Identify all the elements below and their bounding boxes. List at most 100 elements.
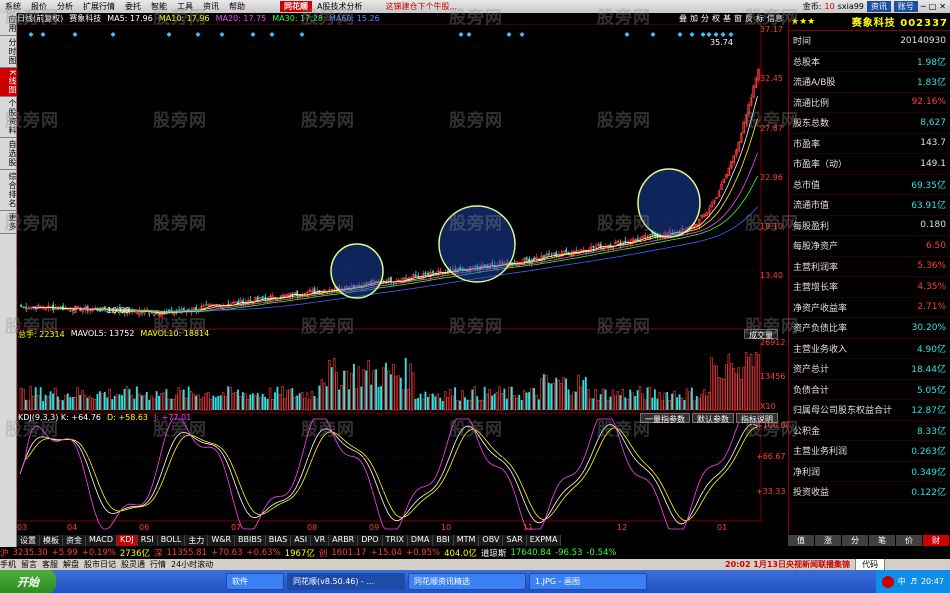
sz-label[interactable]: 深	[154, 547, 163, 559]
tab-dma[interactable]: DMA	[407, 535, 434, 546]
sb2-message[interactable]: 留言	[21, 559, 37, 570]
chart-area[interactable]	[16, 23, 788, 538]
code-input-label[interactable]: 代码	[855, 559, 885, 570]
ma20-value: MA20: 17.75	[215, 14, 267, 23]
dj-label[interactable]: 道琼斯	[481, 547, 507, 559]
tray-app-icon[interactable]	[881, 575, 894, 588]
tool-window[interactable]: 窗	[734, 13, 742, 24]
tab-template[interactable]: 模板	[40, 535, 63, 546]
menu-item-quote[interactable]: 报价	[26, 1, 52, 12]
tab-arbr[interactable]: ARBR	[329, 535, 359, 546]
tab-settings[interactable]: 设置	[17, 535, 40, 546]
tab-boll[interactable]: BOLL	[157, 535, 186, 546]
volume-bar	[399, 377, 402, 410]
sh-label[interactable]: 沪	[0, 547, 9, 559]
rtab-minute[interactable]: 分	[842, 535, 869, 546]
tab-bbi[interactable]: BBI	[433, 535, 454, 546]
tray-lang[interactable]: 中	[898, 576, 906, 587]
left-tab-profile[interactable]: 个股资料	[0, 97, 17, 139]
tab-rsi[interactable]: RSI	[137, 535, 158, 546]
tab-bias[interactable]: BIAS	[265, 535, 292, 546]
rtab-price[interactable]: 价	[896, 535, 923, 546]
menu-item-tools[interactable]: 工具	[172, 1, 198, 12]
left-tab-kline[interactable]: K线图	[0, 68, 17, 98]
sb2-rolling[interactable]: 24小时滚动	[171, 559, 213, 570]
left-tab-ranking[interactable]: 综合排名	[0, 170, 17, 212]
tab-funds[interactable]: 资金	[63, 535, 86, 546]
tab-main[interactable]: 主力	[185, 535, 209, 546]
tool-mark[interactable]: 标	[756, 13, 764, 24]
task-paint[interactable]: 1.JPG - 画图	[529, 573, 647, 590]
tool-basic[interactable]: 基	[723, 13, 731, 24]
tray-volume-icon[interactable]: ♬	[910, 577, 917, 586]
rtab-rise[interactable]: 涨	[815, 535, 842, 546]
tab-asi[interactable]: ASI	[291, 535, 312, 546]
tab-kdj[interactable]: KDJ	[116, 535, 138, 546]
left-tab-watchlist[interactable]: 自选股	[0, 138, 17, 171]
tool-info[interactable]: 信息	[767, 13, 783, 24]
tab-obv[interactable]: OBV	[479, 535, 504, 546]
task-tonghuashun[interactable]: 同花顺(v8.50.46) - ...	[287, 573, 405, 590]
tab-bbibs[interactable]: BBIBS	[235, 535, 266, 546]
fundamental-row: 主营利润率 5.36%	[789, 257, 950, 277]
menu-item-smart[interactable]: 智能	[146, 1, 172, 12]
tab-dpo[interactable]: DPO	[358, 535, 383, 546]
sb2-analysis[interactable]: 解盘	[63, 559, 79, 570]
kdj-default-button[interactable]: 默认参数	[692, 413, 734, 424]
menu-item-news[interactable]: 资讯	[198, 1, 224, 12]
sb2-diary[interactable]: 股市日记	[84, 559, 116, 570]
menu-item-help[interactable]: 帮助	[224, 1, 250, 12]
left-tab-apps[interactable]: 应用	[0, 13, 17, 36]
maximize-icon[interactable]: □	[929, 2, 937, 11]
rtab-finance[interactable]: 财	[923, 535, 950, 546]
tool-add[interactable]: 加	[690, 13, 698, 24]
tab-expma[interactable]: EXPMA	[526, 535, 562, 546]
fundamental-value: 143.7	[920, 138, 946, 149]
rtab-value[interactable]: 值	[788, 535, 815, 546]
tab-wr[interactable]: W&R	[208, 535, 236, 546]
cy-label[interactable]: 创	[319, 547, 328, 559]
user-name[interactable]: sxia99	[838, 2, 864, 11]
volume-bar	[76, 387, 79, 411]
sb2-service[interactable]: 客服	[42, 559, 58, 570]
zixun-button[interactable]: 资讯	[866, 1, 891, 12]
close-icon[interactable]: ✕	[939, 2, 946, 11]
minimize-icon[interactable]: ─	[921, 2, 926, 11]
period-label[interactable]: 日线(前复权)	[17, 13, 63, 24]
tool-reverse[interactable]: 反	[745, 13, 753, 24]
task-software[interactable]: 软件	[226, 573, 284, 590]
sb2-quote[interactable]: 行情	[150, 559, 166, 570]
sb2-gulingtong[interactable]: 股灵通	[121, 559, 145, 570]
menu-item-analysis[interactable]: 分析	[52, 1, 78, 12]
tool-split[interactable]: 分	[701, 13, 709, 24]
tab-trix[interactable]: TRIX	[382, 535, 408, 546]
date-tick-6: 09	[369, 523, 380, 532]
menu-item-ext-quote[interactable]: 扩展行情	[78, 1, 120, 12]
fundamental-row: 流通A/B股 1.83亿	[789, 72, 950, 93]
sb2-mobile[interactable]: 手机	[0, 559, 16, 570]
kdj-param-button[interactable]: 一量指参数	[640, 413, 690, 424]
account-button[interactable]: 账号	[893, 1, 918, 12]
tab-vr[interactable]: VR	[311, 535, 330, 546]
news-headline[interactable]: 20:02 1月13日央视新闻联播集锦	[725, 559, 850, 570]
rtab-tick[interactable]: 笔	[869, 535, 896, 546]
volume-bar	[165, 389, 168, 410]
menu-item-trade[interactable]: 委托	[120, 1, 146, 12]
volume-bar	[646, 387, 649, 410]
kline-chart-svg[interactable]	[16, 23, 788, 535]
price-axis-4: 22.96	[760, 173, 783, 182]
tab-macd[interactable]: MACD	[86, 535, 117, 546]
volume-bar	[503, 388, 506, 410]
left-tab-timeshare[interactable]: 分时图	[0, 36, 17, 68]
tab-sar[interactable]: SAR	[503, 535, 527, 546]
news-ticker[interactable]: 这锑建仓下个牛股...	[385, 1, 457, 12]
tool-overlay[interactable]: 叠	[679, 13, 687, 24]
volume-bar	[113, 395, 116, 410]
start-button[interactable]: 开始	[0, 570, 56, 593]
menu-item-system[interactable]: 系统	[0, 1, 26, 12]
tab-mtm[interactable]: MTM	[453, 535, 480, 546]
left-tab-more[interactable]: 更多	[0, 211, 17, 235]
tool-rights[interactable]: 权	[712, 13, 720, 24]
mavol5-value: MAVOL5: 13752	[70, 329, 135, 338]
task-news[interactable]: 同花顺资讯精选	[408, 573, 526, 590]
